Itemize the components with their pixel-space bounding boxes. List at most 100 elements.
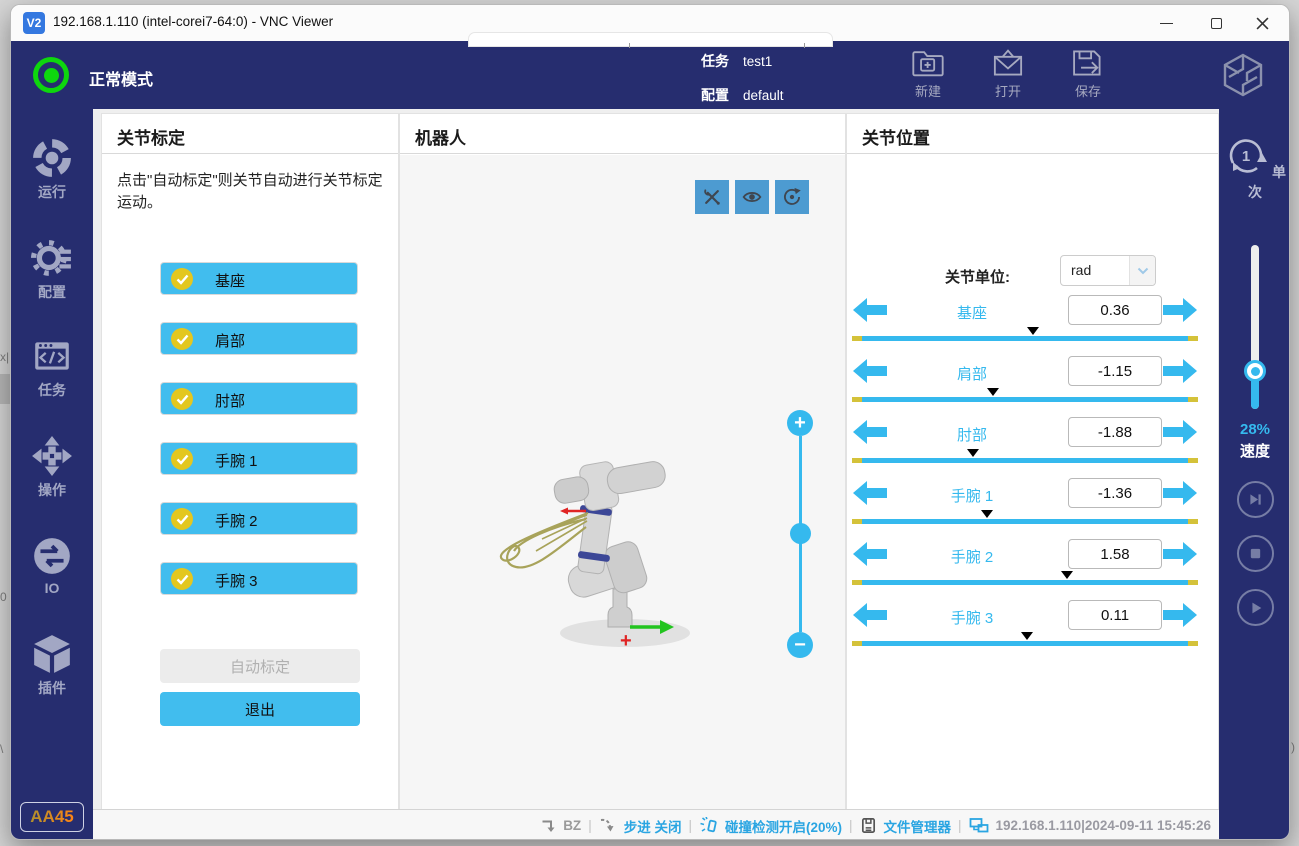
calibrate-joint-base-button[interactable]: 基座 xyxy=(160,262,358,295)
jog-plus-arrow-button[interactable] xyxy=(1163,601,1197,629)
joint-range-slider[interactable] xyxy=(852,336,1198,341)
play-button[interactable] xyxy=(1237,589,1274,626)
joint-range-slider[interactable] xyxy=(852,580,1198,585)
svg-text:+: + xyxy=(620,630,632,652)
robot-view-panel: 机器人 xyxy=(399,113,846,809)
joint-value-input[interactable]: 1.58 xyxy=(1068,539,1162,569)
joint-button-label: 手腕 2 xyxy=(215,510,258,531)
task-value: test1 xyxy=(743,54,772,69)
panel-header: 关节位置 xyxy=(847,114,1218,154)
joint-position-marker[interactable] xyxy=(981,510,993,518)
calibrate-joint-wrist1-button[interactable]: 手腕 1 xyxy=(160,442,358,475)
separator: | xyxy=(688,818,692,833)
visibility-button[interactable] xyxy=(735,180,769,214)
joint-unit-label: 关节单位: xyxy=(945,266,1010,287)
joint-unit-select[interactable]: rad xyxy=(1060,255,1156,286)
speed-slider-track[interactable] xyxy=(1251,245,1259,409)
joint-range-slider[interactable] xyxy=(852,458,1198,463)
reset-view-button[interactable] xyxy=(775,180,809,214)
joint-position-marker[interactable] xyxy=(1021,632,1033,640)
open-task-button[interactable]: 打开 xyxy=(979,47,1037,100)
auto-calibrate-button[interactable]: 自动标定 xyxy=(160,649,360,683)
joint-value-input[interactable]: -1.15 xyxy=(1068,356,1162,386)
close-button[interactable] xyxy=(1239,5,1285,41)
joint-range-slider[interactable] xyxy=(852,641,1198,646)
step-mode-status[interactable]: 步进 关闭 xyxy=(624,816,682,836)
joint-value-input[interactable]: -1.88 xyxy=(1068,417,1162,447)
jog-plus-arrow-button[interactable] xyxy=(1163,296,1197,324)
jog-icon xyxy=(31,435,73,477)
step-forward-icon xyxy=(1247,491,1264,508)
step-forward-button[interactable] xyxy=(1237,481,1274,518)
joint-value-input[interactable]: 0.11 xyxy=(1068,600,1162,630)
joint-position-marker[interactable] xyxy=(987,388,999,396)
joint-row-label: 基座 xyxy=(917,302,1027,323)
jog-minus-arrow-button[interactable] xyxy=(853,479,887,507)
zoom-slider-handle[interactable] xyxy=(790,523,811,544)
new-task-button[interactable]: 新建 xyxy=(899,47,957,100)
nav-item-plugin[interactable]: 插件 xyxy=(11,633,93,698)
new-task-label: 新建 xyxy=(915,84,941,99)
jog-minus-arrow-button[interactable] xyxy=(853,601,887,629)
left-nav-sidebar: 运行 配置 任务 xyxy=(11,109,93,840)
save-task-button[interactable]: 保存 xyxy=(1059,47,1117,100)
open-file-icon xyxy=(991,47,1025,79)
status-bar: BZ | 步进 关闭 | 碰撞检测开启(20%) | 文件管理器 xyxy=(93,809,1219,840)
robot-model-badge[interactable]: AA45 xyxy=(20,802,84,832)
stop-button[interactable] xyxy=(1237,535,1274,572)
maximize-button[interactable] xyxy=(1193,5,1239,41)
collision-detect-status[interactable]: 碰撞检测开启(20%) xyxy=(725,816,842,836)
io-icon xyxy=(31,535,73,577)
zoom-out-button[interactable]: − xyxy=(787,632,813,658)
calibrate-joint-shoulder-button[interactable]: 肩部 xyxy=(160,322,358,355)
joint-position-marker[interactable] xyxy=(1061,571,1073,579)
joint-position-marker[interactable] xyxy=(1027,327,1039,335)
exit-button[interactable]: 退出 xyxy=(160,692,360,726)
task-icon xyxy=(31,335,73,377)
check-icon xyxy=(171,328,193,350)
single-run-button[interactable]: 1 单次 xyxy=(1219,133,1290,202)
calibrate-joint-wrist2-button[interactable]: 手腕 2 xyxy=(160,502,358,535)
jog-minus-arrow-button[interactable] xyxy=(853,540,887,568)
joint-panel-title: 关节位置 xyxy=(862,124,930,149)
calibrate-joint-elbow-button[interactable]: 肘部 xyxy=(160,382,358,415)
joint-row-label: 肩部 xyxy=(917,363,1027,384)
joint-range-slider[interactable] xyxy=(852,519,1198,524)
simulation-tools-button[interactable] xyxy=(695,180,729,214)
calibrate-joint-wrist3-button[interactable]: 手腕 3 xyxy=(160,562,358,595)
speed-label: 速度 xyxy=(1219,440,1290,461)
robot-3d-viewport[interactable]: + + − xyxy=(400,155,845,809)
jog-plus-arrow-button[interactable] xyxy=(1163,357,1197,385)
minimize-button[interactable] xyxy=(1143,5,1189,41)
jog-minus-arrow-button[interactable] xyxy=(853,296,887,324)
brand-logo-icon xyxy=(1219,51,1267,104)
jog-plus-arrow-button[interactable] xyxy=(1163,540,1197,568)
nav-label-plugin: 插件 xyxy=(38,680,66,696)
nav-item-run[interactable]: 运行 xyxy=(11,137,93,202)
jog-plus-arrow-button[interactable] xyxy=(1163,418,1197,446)
joint-range-slider[interactable] xyxy=(852,397,1198,402)
joint-row-label: 手腕 1 xyxy=(917,485,1027,506)
nav-item-io[interactable]: IO xyxy=(11,535,93,596)
bz-status-icon xyxy=(540,818,556,834)
nav-item-jog[interactable]: 操作 xyxy=(11,435,93,500)
joint-position-marker[interactable] xyxy=(967,449,979,457)
separator: | xyxy=(588,818,592,833)
tools-icon xyxy=(702,187,722,207)
jog-minus-arrow-button[interactable] xyxy=(853,418,887,446)
nav-item-task[interactable]: 任务 xyxy=(11,335,93,400)
nav-item-config[interactable]: 配置 xyxy=(11,237,93,302)
speed-slider-handle[interactable] xyxy=(1244,360,1266,382)
jog-minus-arrow-button[interactable] xyxy=(853,357,887,385)
calibration-panel-title: 关节标定 xyxy=(117,124,185,149)
panel-header: 机器人 xyxy=(400,114,845,154)
network-icon xyxy=(969,817,989,834)
joint-unit-value: rad xyxy=(1071,262,1091,278)
vnc-logo-icon: V2 xyxy=(23,12,45,34)
joint-value-input[interactable]: -1.36 xyxy=(1068,478,1162,508)
jog-plus-arrow-button[interactable] xyxy=(1163,479,1197,507)
zoom-in-button[interactable]: + xyxy=(787,410,813,436)
file-manager-link[interactable]: 文件管理器 xyxy=(884,816,952,836)
close-icon xyxy=(1256,17,1269,30)
joint-value-input[interactable]: 0.36 xyxy=(1068,295,1162,325)
